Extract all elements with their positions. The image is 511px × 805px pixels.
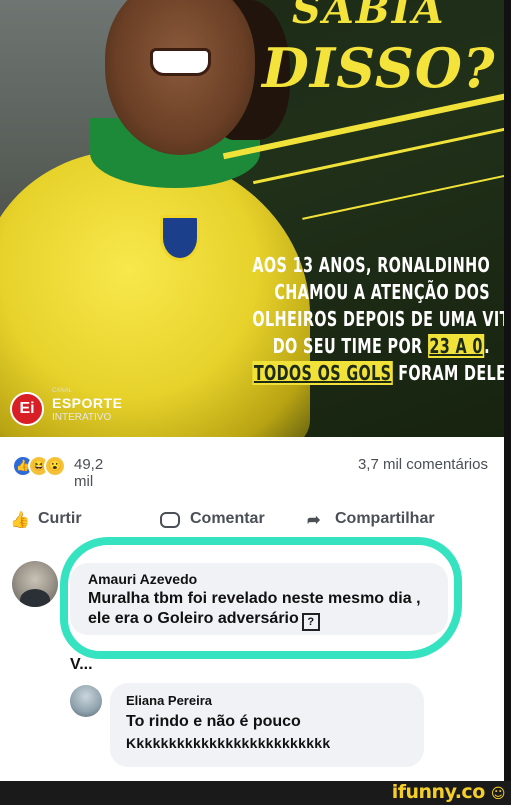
thumbs-up-icon: 👍 [10, 512, 30, 529]
image-caption: AOS 13 ANOS, RONALDINHO CHAMOU A ATENÇÃO… [252, 252, 504, 387]
share-button[interactable]: ➦ Compartilhar [307, 510, 435, 529]
cbf-badge-icon [160, 215, 200, 261]
headline-line1: SABIA [292, 0, 446, 33]
highlight-annotation [60, 537, 462, 659]
like-label: Curtir [38, 510, 82, 527]
caption-line: AOS 13 ANOS, RONALDINHO [252, 253, 491, 277]
comment-bubble: Eliana Pereira To rindo e não é pouco Kk… [110, 683, 424, 767]
avatar[interactable] [70, 685, 102, 717]
logo-interativo: INTERATIVO [52, 412, 112, 423]
comment-bubble-icon [160, 512, 180, 528]
avatar[interactable] [12, 561, 58, 607]
post-action-bar: 👍 Curtir Comentar ➦ Compartilhar [0, 503, 504, 539]
logo-esporte: ESPORTE [52, 395, 123, 411]
caption-highlight: TODOS OS GOLS [252, 361, 393, 385]
reaction-count[interactable]: 49,2 mil [74, 456, 103, 490]
avatar-figure [20, 589, 50, 607]
caption-text: . [484, 334, 490, 358]
decor-stripe [252, 118, 504, 185]
esporte-interativo-logo: Ei CANAL ESPORTE INTERATIVO [10, 388, 150, 428]
obscured-comment-text: V... [70, 656, 93, 673]
watermark-bar: ifunny.co ☺ [0, 781, 511, 805]
comment-count[interactable]: 3,7 mil comentários [358, 456, 488, 473]
image-headline: SABIA DISSO? [262, 0, 504, 116]
logo-mark-icon: Ei [10, 392, 44, 426]
screen-edge [504, 0, 511, 805]
comment-button[interactable]: Comentar [160, 510, 265, 528]
smiley-icon: ☺ [490, 786, 506, 802]
like-button[interactable]: 👍 Curtir [10, 510, 82, 529]
comment-text: Kkkkkkkkkkkkkkkkkkkkkkkkk [126, 735, 331, 751]
ifunny-watermark: ifunny.co ☺ [391, 781, 506, 803]
caption-line: DO SEU TIME POR 23 A 0. [252, 333, 490, 360]
caption-line: OLHEIROS DEPOIS DE UMA VITÓRIA [252, 307, 504, 331]
watermark-text: ifunny.co [391, 781, 486, 803]
comment-label: Comentar [190, 510, 265, 527]
caption-line: TODOS OS GOLS FORAM DELE [252, 360, 504, 387]
post-card: 👍 😆 😮 49,2 mil 3,7 mil comentários 👍 Cur… [0, 437, 504, 805]
share-label: Compartilhar [335, 510, 435, 527]
decor-stripe [302, 172, 504, 220]
caption-line: CHAMOU A ATENÇÃO DOS [274, 280, 490, 304]
comment-text: To rindo e não é pouco [126, 713, 301, 730]
comment-item: Eliana Pereira To rindo e não é pouco Kk… [0, 677, 504, 777]
player-smile [150, 48, 211, 76]
caption-text: DO SEU TIME POR [272, 334, 428, 358]
logo-canal: CANAL [52, 388, 73, 394]
share-arrow-icon: ➦ [307, 512, 321, 529]
wow-reaction-icon: 😮 [44, 455, 66, 477]
headline-line2: DISSO? [262, 36, 496, 100]
post-image[interactable]: SABIA DISSO? AOS 13 ANOS, RONALDINHO CHA… [0, 0, 504, 437]
comment-author[interactable]: Eliana Pereira [126, 693, 212, 708]
screenshot-frame: SABIA DISSO? AOS 13 ANOS, RONALDINHO CHA… [0, 0, 511, 805]
caption-highlight: 23 A 0 [427, 334, 485, 358]
caption-text: FORAM DELE [392, 361, 504, 385]
